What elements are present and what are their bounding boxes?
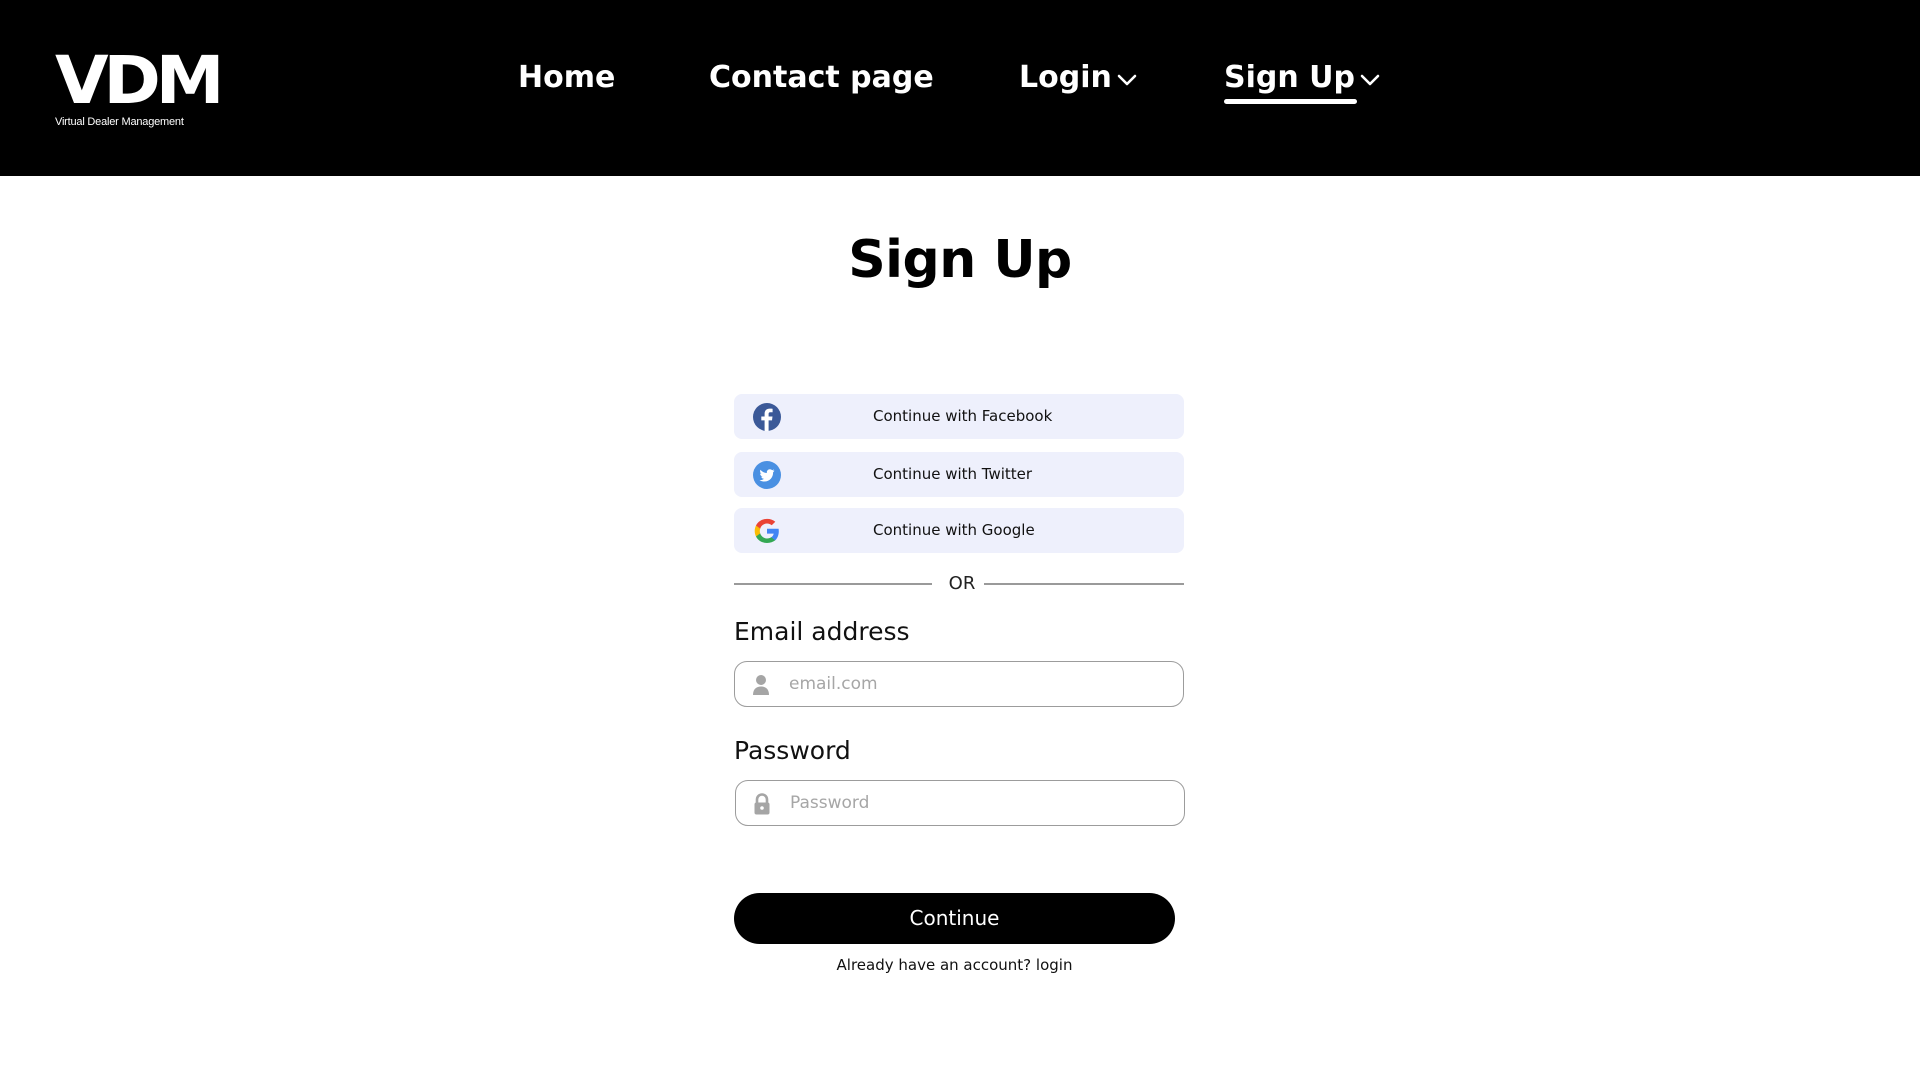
nav-home-link[interactable]: Home — [518, 56, 615, 100]
google-button-label: Continue with Google — [873, 521, 1035, 539]
email-field-wrapper — [734, 661, 1184, 707]
continue-with-twitter-button[interactable]: Continue with Twitter — [734, 452, 1184, 497]
facebook-icon — [753, 403, 781, 431]
continue-with-google-button[interactable]: Continue with Google — [734, 508, 1184, 553]
divider-line — [734, 583, 932, 585]
facebook-button-label: Continue with Facebook — [873, 407, 1053, 425]
twitter-button-label: Continue with Twitter — [873, 465, 1033, 483]
lock-icon — [754, 793, 770, 815]
password-field-wrapper — [735, 780, 1185, 826]
twitter-icon — [753, 461, 781, 489]
divider-line — [984, 583, 1184, 585]
divider-text: OR — [948, 573, 976, 594]
google-icon — [754, 518, 779, 543]
nav-login-dropdown[interactable]: Login — [1019, 56, 1138, 100]
or-divider: OR — [734, 572, 1184, 596]
nav-login-label: Login — [1019, 60, 1112, 95]
user-icon — [753, 675, 769, 695]
login-prompt-text: Already have an account? — [836, 956, 1032, 974]
vdm-logo[interactable]: VDM Virtual Dealer Management — [55, 48, 225, 129]
email-input[interactable] — [789, 662, 1169, 706]
nav-home-label: Home — [518, 60, 616, 95]
nav-contact-label: Contact page — [709, 60, 934, 95]
password-input[interactable] — [790, 781, 1170, 825]
chevron-down-icon — [1117, 74, 1137, 86]
nav-signup-dropdown[interactable]: Sign Up — [1224, 56, 1381, 104]
nav-contact-link[interactable]: Contact page — [709, 56, 934, 100]
login-link[interactable]: login — [1036, 956, 1073, 974]
login-prompt: Already have an account? login — [734, 953, 1175, 977]
nav-signup-label: Sign Up — [1224, 56, 1358, 104]
chevron-down-icon — [1360, 74, 1380, 86]
continue-with-facebook-button[interactable]: Continue with Facebook — [734, 394, 1184, 439]
password-label: Password — [734, 736, 851, 765]
email-label: Email address — [734, 617, 910, 646]
logo-mark: VDM — [55, 42, 225, 119]
page-title: Sign Up — [848, 230, 1072, 290]
top-navbar: VDM Virtual Dealer Management Home Conta… — [0, 0, 1920, 176]
continue-button[interactable]: Continue — [734, 893, 1175, 944]
